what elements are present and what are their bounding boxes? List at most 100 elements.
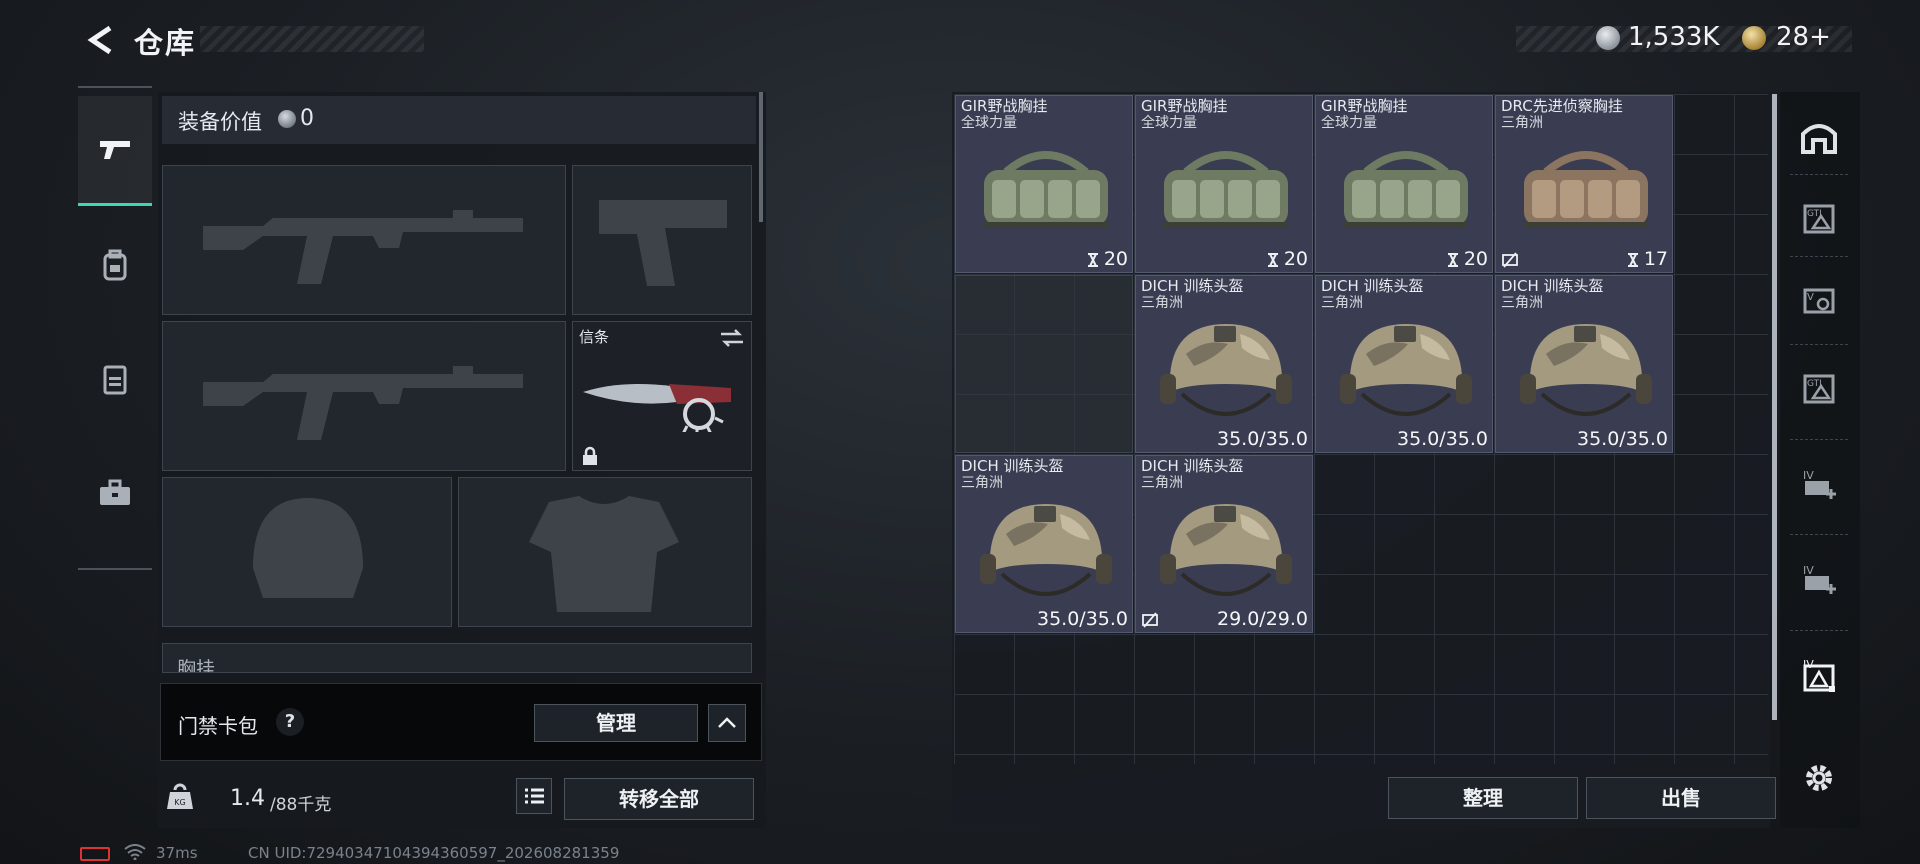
knife-icon (583, 384, 731, 432)
title-decoration (200, 26, 424, 52)
separator (1790, 630, 1848, 631)
secondary-weapon-slot[interactable] (162, 321, 566, 471)
item-durability: 35.0/35.0 (1576, 428, 1668, 450)
gti-tag-icon: GTI (1799, 198, 1839, 242)
storage-item-helmet[interactable]: DICH 训练头盔 三角洲 35.0/35.0 (1315, 275, 1493, 453)
storage-item-rig[interactable]: GIR野战胸挂 全球力量 20 (1135, 95, 1313, 273)
filter-iv-tag[interactable]: IV (1786, 636, 1852, 716)
category-backpack[interactable] (78, 210, 152, 320)
shelter-icon (1799, 118, 1839, 162)
item-faction: 全球力量 (961, 115, 1017, 131)
category-case[interactable] (78, 438, 152, 548)
capacity-icon (1266, 252, 1280, 267)
helmet-icon (1156, 494, 1296, 604)
storage-item-rig[interactable]: GIR野战胸挂 全球力量 20 (1315, 95, 1493, 273)
manage-button[interactable]: 管理 (534, 704, 698, 742)
knife-slot[interactable]: 信条 (572, 321, 752, 471)
silver-coin-icon (1596, 26, 1620, 50)
filter-gti-tag[interactable]: GTI (1786, 180, 1852, 260)
svg-text:IV: IV (1803, 469, 1814, 482)
capacity-icon (1086, 252, 1100, 267)
primary-weapon-slot[interactable] (162, 165, 566, 315)
storage-scrollbar[interactable] (1772, 94, 1777, 720)
equip-value: 0 (300, 106, 314, 131)
item-capacity: 20 (1103, 248, 1128, 270)
iv-tag-icon: IV (1799, 654, 1839, 698)
item-faction: 三角洲 (961, 475, 1003, 491)
category-weapons[interactable] (78, 96, 152, 206)
item-faction: 三角洲 (1501, 295, 1543, 311)
chest-rig-icon (1336, 134, 1476, 244)
sell-button[interactable]: 出售 (1586, 777, 1776, 819)
currency-silver: 1,533K (1628, 22, 1720, 52)
wifi-icon (124, 844, 146, 860)
empty-grid-cell[interactable] (955, 275, 1133, 453)
list-icon (525, 788, 544, 804)
pistol-silhouette-icon (599, 200, 727, 286)
item-capacity: 20 (1463, 248, 1488, 270)
separator (1790, 256, 1848, 257)
separator (1790, 439, 1848, 440)
gear-icon (1801, 760, 1837, 800)
back-button[interactable] (80, 20, 120, 60)
item-name: DRC先进侦察胸挂 (1501, 97, 1623, 115)
item-faction: 全球力量 (1141, 115, 1197, 131)
equip-value-label: 装备价值 (178, 110, 262, 134)
item-faction: 全球力量 (1321, 115, 1377, 131)
vest-icon (103, 365, 127, 395)
separator (1790, 174, 1848, 175)
category-vest[interactable] (78, 324, 152, 434)
loadout-scrollbar[interactable] (759, 92, 763, 222)
collapse-button[interactable] (708, 704, 746, 742)
storage-item-helmet[interactable]: DICH 训练头盔 三角洲 35.0/35.0 (1495, 275, 1673, 453)
storage-item-helmet[interactable]: DICH 训练头盔 三角洲 29.0/29.0 (1135, 455, 1313, 633)
rifle-silhouette-icon (203, 210, 523, 284)
item-capacity: 17 (1643, 248, 1668, 270)
storage-item-rig[interactable]: GIR野战胸挂 全球力量 20 (955, 95, 1133, 273)
svg-text:V: V (1807, 292, 1814, 303)
item-name: DICH 训练头盔 (1321, 277, 1424, 295)
chest-rig-label: 胸挂 (177, 658, 216, 673)
transfer-all-button[interactable]: 转移全部 (564, 778, 754, 820)
storage-item-helmet[interactable]: DICH 训练头盔 三角洲 35.0/35.0 (955, 455, 1133, 633)
filter-shelter[interactable] (1786, 100, 1852, 180)
uid-text: CN UID:72940347104394360597_202608281359 (248, 844, 620, 862)
back-arrow-icon (87, 25, 112, 55)
list-view-button[interactable] (516, 778, 552, 814)
swap-icon[interactable] (719, 328, 745, 348)
capacity-icon (1626, 252, 1640, 267)
filter-v-tag[interactable]: V (1786, 262, 1852, 342)
currency-gold[interactable]: 28+ (1776, 22, 1831, 52)
knife-slot-label: 信条 (579, 328, 610, 346)
item-name: DICH 训练头盔 (961, 457, 1064, 475)
pistol-slot[interactable] (572, 165, 752, 315)
item-faction: 三角洲 (1501, 115, 1543, 131)
sort-button[interactable]: 整理 (1388, 777, 1578, 819)
briefcase-icon (100, 479, 130, 505)
lock-icon (583, 446, 597, 465)
item-faction: 三角洲 (1321, 295, 1363, 311)
filter-gti-tag[interactable]: GTI (1786, 350, 1852, 430)
helmet-slot[interactable] (162, 477, 452, 627)
svg-text:IV: IV (1803, 564, 1814, 577)
filter-gear[interactable] (1786, 740, 1852, 820)
storage-item-rig[interactable]: DRC先进侦察胸挂 三角洲 17 (1495, 95, 1673, 273)
storage-item-helmet[interactable]: DICH 训练头盔 三角洲 35.0/35.0 (1135, 275, 1313, 453)
item-faction: 三角洲 (1141, 475, 1183, 491)
v-tag-icon: V (1799, 280, 1839, 324)
armor-slot[interactable] (458, 477, 752, 627)
item-name: DICH 训练头盔 (1141, 277, 1244, 295)
item-name: GIR野战胸挂 (1141, 97, 1228, 115)
filter-iv-plus[interactable]: IV (1786, 445, 1852, 525)
armor-silhouette-icon (529, 496, 679, 612)
help-button[interactable]: ? (276, 708, 304, 736)
filter-iv-plus[interactable]: IV (1786, 540, 1852, 620)
separator (1790, 344, 1848, 345)
chest-rig-slot[interactable]: 胸挂 (162, 643, 752, 673)
item-name: GIR野战胸挂 (1321, 97, 1408, 115)
ping-text: 37ms (156, 844, 198, 862)
iv-plus-icon: IV (1799, 463, 1839, 507)
item-name: DICH 训练头盔 (1501, 277, 1604, 295)
coin-icon (278, 110, 296, 128)
item-durability: 35.0/35.0 (1036, 608, 1128, 630)
